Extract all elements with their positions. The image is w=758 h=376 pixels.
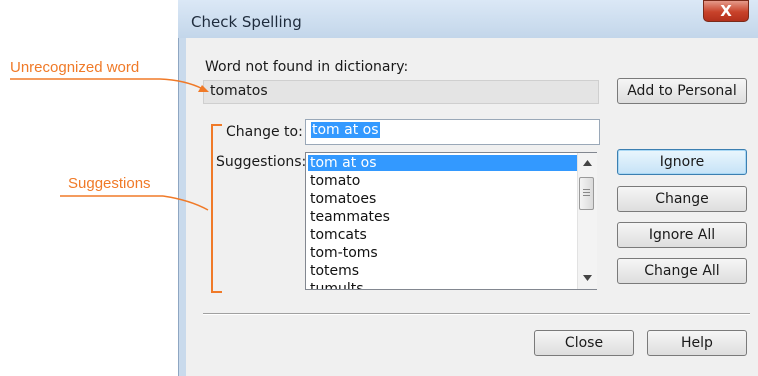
- arrowhead-icon: [198, 85, 209, 92]
- callout-lines: [10, 78, 222, 293]
